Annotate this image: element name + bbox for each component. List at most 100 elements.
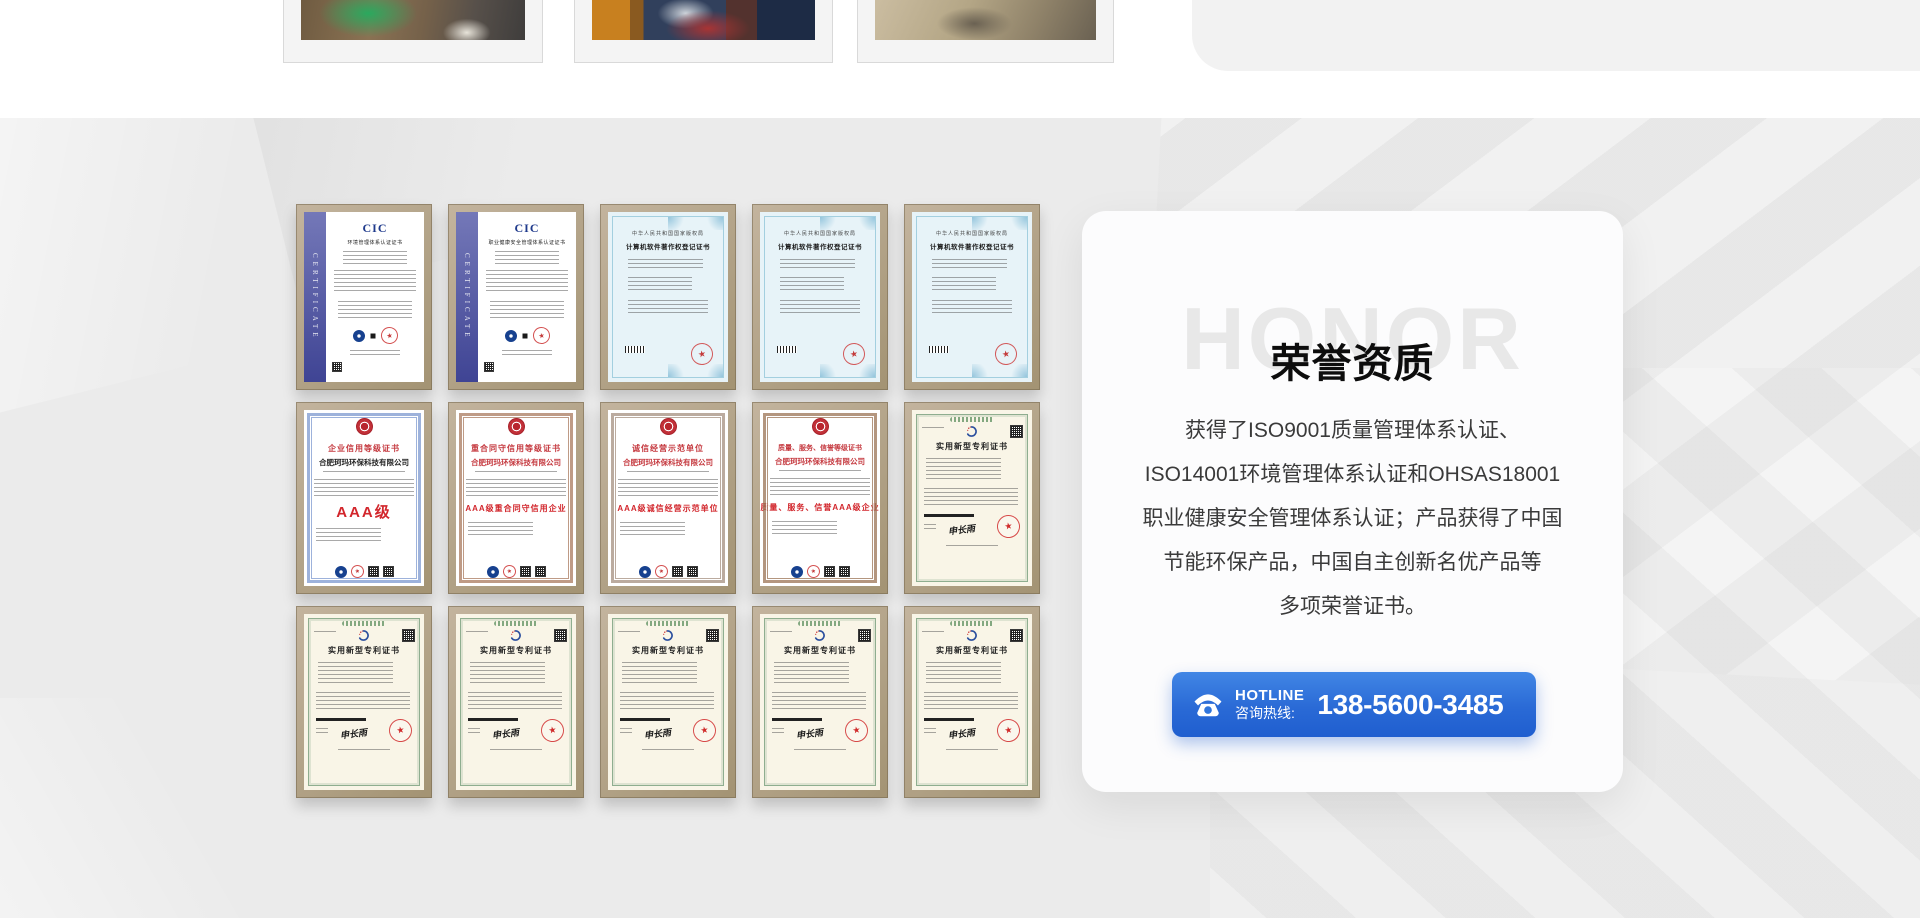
corner-ornament <box>857 217 875 230</box>
signature: 申长雨 <box>491 725 519 741</box>
certificate-inner-border: 中华人民共和国国家版权局 计算机软件著作权登记证书 ★ <box>764 216 876 378</box>
text-lines <box>316 728 328 736</box>
equipment-truck-photo <box>592 0 815 40</box>
qr-code <box>672 566 683 577</box>
top-strip <box>0 0 1920 118</box>
certificate-inner-border <box>307 413 421 583</box>
text-lines <box>486 270 568 294</box>
text-lines <box>314 631 336 634</box>
qr-code <box>858 629 871 642</box>
certificate-utility-patent[interactable]: 实用新型专利证书 申长雨 ★ <box>904 606 1040 798</box>
hotline-number: 138-5600-3485 <box>1317 689 1503 721</box>
honor-paragraph-line: 多项荣誉证书。 <box>1110 585 1595 629</box>
text-lines <box>490 301 564 319</box>
qr-code <box>332 362 342 372</box>
barcode <box>777 346 797 353</box>
accreditation-mark-icon <box>369 332 377 340</box>
certificate-software-copyright[interactable]: 中华人民共和国国家版权局 计算机软件著作权登记证书 ★ <box>904 204 1040 390</box>
qr-code <box>824 566 835 577</box>
certificate-inner-border <box>459 413 573 583</box>
certificate-software-copyright[interactable]: 中华人民共和国国家版权局 计算机软件著作权登记证书 ★ <box>600 204 736 390</box>
signature: 申长雨 <box>947 725 975 741</box>
red-seal-icon: ★ <box>531 325 551 345</box>
text-lines <box>343 251 408 264</box>
text-lines <box>772 728 784 736</box>
corner-ornament <box>820 364 838 377</box>
certificate-side-band: CERTIFICATE <box>456 212 478 382</box>
certificate-inner-border <box>763 413 877 583</box>
green-ornament <box>950 417 994 422</box>
green-ornament <box>494 621 538 626</box>
certificate-title: 计算机软件著作权登记证书 <box>917 241 1027 251</box>
corner-ornament <box>857 364 875 377</box>
cnipa-patent-logo-icon <box>510 629 523 642</box>
certificate-utility-patent[interactable]: 实用新型专利证书 申长雨 ★ <box>448 606 584 798</box>
accreditation-logo-icon <box>505 330 517 342</box>
barcode <box>929 346 949 353</box>
gallery-card[interactable] <box>283 0 543 63</box>
red-seal-icon: ★ <box>501 564 516 579</box>
certificate-inner-border <box>308 618 420 786</box>
qr-code <box>368 566 379 577</box>
certificate-title: 计算机软件著作权登记证书 <box>613 241 723 251</box>
cic-logo: CIC <box>326 221 424 236</box>
red-seal-icon: ★ <box>805 564 820 579</box>
qr-code <box>520 566 531 577</box>
red-seal-icon: ★ <box>379 325 399 345</box>
honor-card: HONOR 荣誉资质 获得了ISO9001质量管理体系认证、 ISO14001环… <box>1082 211 1623 792</box>
text-lines <box>780 259 855 271</box>
text-lines <box>628 277 692 293</box>
honor-paragraph-line: 节能环保产品，中国自主创新名优产品等 <box>1110 541 1595 585</box>
text-lines <box>502 350 553 356</box>
concrete-pit-photo <box>875 0 1096 40</box>
signature: 申长雨 <box>339 725 367 741</box>
qr-code <box>839 566 850 577</box>
excavation-site-photo <box>301 0 525 40</box>
qr-code <box>554 629 567 642</box>
qr-code <box>383 566 394 577</box>
text-lines <box>932 277 996 293</box>
gallery-card[interactable] <box>574 0 833 63</box>
hotline-label-en: HOTLINE <box>1235 687 1304 705</box>
certificate-enterprise-credit-aaa[interactable]: 企业信用等级证书 合肥珂玛环保科技有限公司 AAA级 ★ <box>296 402 432 594</box>
honor-paragraph-line: 获得了ISO9001质量管理体系认证、 <box>1110 409 1595 453</box>
certificate-utility-patent[interactable]: 实用新型专利证书 申长雨 ★ <box>752 606 888 798</box>
certificate-authority: 中华人民共和国国家版权局 <box>613 230 723 237</box>
text-lines <box>618 631 640 634</box>
certification-logo-icon <box>335 566 347 578</box>
gallery-card[interactable] <box>857 0 1114 63</box>
cnipa-patent-logo-icon <box>814 629 827 642</box>
certificate-utility-patent[interactable]: 实用新型专利证书 申长雨 ★ <box>600 606 736 798</box>
text-lines <box>770 631 792 634</box>
certificate-integrity-demonstration[interactable]: 诚信经营示范单位 合肥珂玛环保科技有限公司 AAA级诚信经营示范单位 ★ <box>600 402 736 594</box>
text-lines <box>338 301 412 319</box>
corner-ornament <box>705 364 723 377</box>
signature: 申长雨 <box>795 725 823 741</box>
honor-paragraph: 获得了ISO9001质量管理体系认证、 ISO14001环境管理体系认证和OHS… <box>1110 409 1595 629</box>
certificate-inner-border <box>916 618 1028 786</box>
certificate-cic-environmental[interactable]: CERTIFICATE CIC 环境管理体系认证证书 ★ <box>296 204 432 390</box>
signature: 申长雨 <box>643 725 671 741</box>
top-right-panel <box>1192 0 1920 71</box>
accreditation-mark-icon <box>521 332 529 340</box>
certificate-contract-trustworthy[interactable]: 重合同守信用等级证书 合肥珂玛环保科技有限公司 AAA级重合同守信用企业 ★ <box>448 402 584 594</box>
certificate-authority: 中华人民共和国国家版权局 <box>765 230 875 237</box>
hotline-button[interactable]: HOTLINE 咨询热线: 138-5600-3485 <box>1172 672 1536 737</box>
text-lines <box>466 631 488 634</box>
green-ornament <box>342 621 386 626</box>
text-lines <box>628 300 707 314</box>
text-lines <box>922 631 944 634</box>
text-lines <box>780 277 844 293</box>
qr-code <box>687 566 698 577</box>
certificate-utility-patent[interactable]: 实用新型专利证书 申长雨 ★ <box>296 606 432 798</box>
qr-code <box>484 362 494 372</box>
certificate-inner-border <box>611 413 725 583</box>
certificate-software-copyright[interactable]: 中华人民共和国国家版权局 计算机软件著作权登记证书 ★ <box>752 204 888 390</box>
text-lines <box>922 427 944 430</box>
certificate-utility-patent[interactable]: 实用新型专利证书 申长雨 ★ <box>904 402 1040 594</box>
corner-ornament <box>1009 364 1027 377</box>
certificate-title: 职业健康安全管理体系认证证书 <box>478 239 576 246</box>
certificate-cic-occupational-health[interactable]: CERTIFICATE CIC 职业健康安全管理体系认证证书 ★ <box>448 204 584 390</box>
certificate-quality-service-reputation[interactable]: 质量、服务、信誉等级证书 合肥珂玛环保科技有限公司 质量、服务、信誉AAA级企业… <box>752 402 888 594</box>
corner-ornament <box>1009 217 1027 230</box>
